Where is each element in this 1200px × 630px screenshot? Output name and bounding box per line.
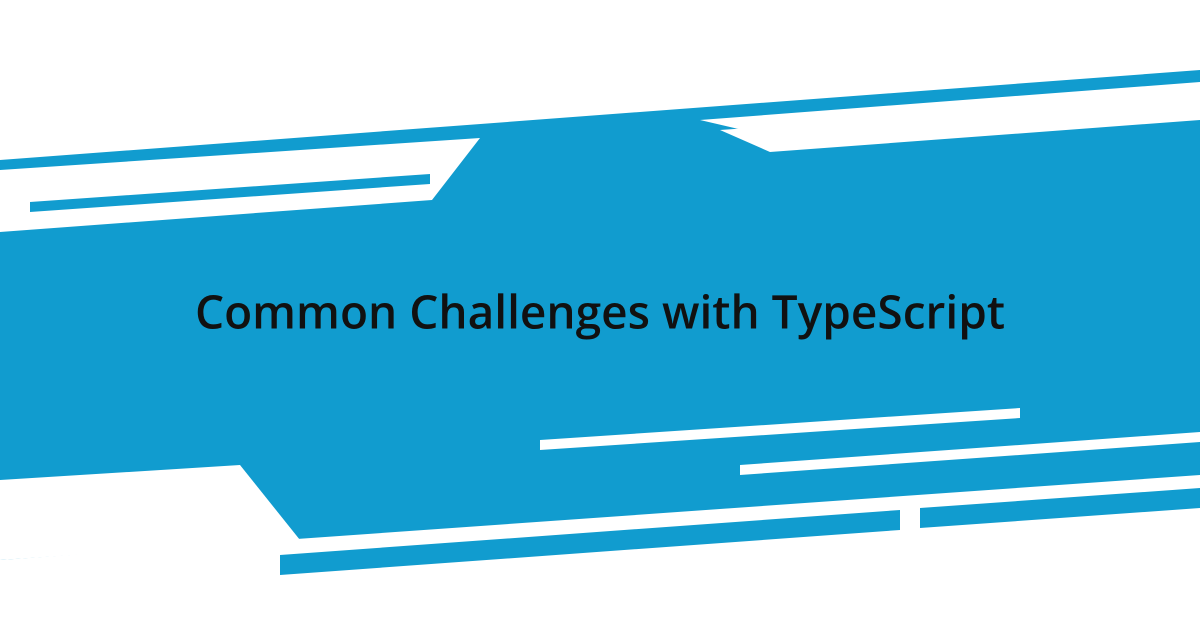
page-title: Common Challenges with TypeScript xyxy=(150,283,1050,341)
